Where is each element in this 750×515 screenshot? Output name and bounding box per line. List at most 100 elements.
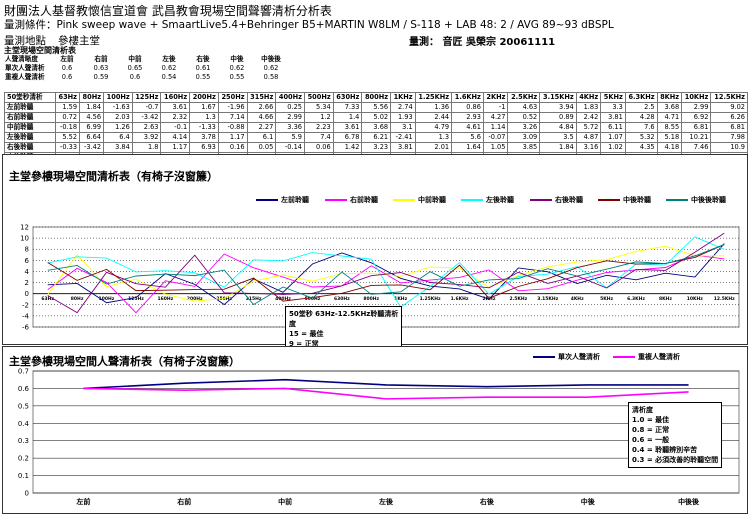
table-cell: 6.64 (79, 132, 105, 143)
table-cell: 3.1 (390, 122, 416, 133)
table-cell: 0.89 (539, 112, 577, 123)
table-cell: 4.14 (160, 132, 191, 143)
table-cell: 9.02 (710, 102, 748, 113)
table-row: 重複人聲清析 0.6 0.59 0.6 0.54 0.55 0.55 0.58 (4, 73, 288, 82)
table-cell: 3.36 (275, 122, 305, 133)
table-cell: -0.1 (160, 122, 191, 133)
table-cell: 1.84 (539, 142, 577, 153)
x-tick-label: 右前 (176, 497, 191, 506)
table-header-cell: 3.15KHz (539, 92, 577, 103)
speech-clarity-table: 人聲清晰度 左前 右前 中前 左後 右後 中後 中後後 單次人聲清析 0.6 0.63 0.65 0.6… (4, 55, 288, 82)
table-header-cell: 4KHz (575, 92, 602, 103)
y-tick-label: 0.1 (18, 472, 29, 480)
x-tick-label: 中後 (581, 497, 596, 506)
table-cell: 0.86 (451, 102, 484, 113)
condition-value: Pink sweep wave + SmaartLive5.4+Behringe… (56, 19, 614, 31)
table-cell: 重複人聲清析 (5, 73, 45, 81)
table-header-cell: 1.6KHz (451, 92, 484, 103)
table-row: 中前聆聽 -0.18 6.99 1.26 2.63 -0.1 -1.33 -0.88 2.27 3… (4, 122, 748, 133)
table-cell: 2.01 (414, 142, 453, 153)
legend-item: 左後聆聽 (461, 195, 514, 205)
table-cell: 1.05 (482, 142, 509, 153)
info-box-line: 15 = 最佳 (289, 330, 324, 338)
table-cell: 0.59 (93, 73, 109, 81)
legend-swatch (533, 356, 555, 358)
legend-item: 單次人聲清析 (533, 352, 600, 362)
x-tick-label: 中前 (278, 497, 292, 506)
table-cell: 5.02 (361, 112, 392, 123)
table-header-row: 人聲清晰度 左前 右前 中前 左後 右後 中後 中後後 (4, 55, 288, 64)
x-tick-label: 80Hz (71, 296, 84, 302)
table-cell: 4.61 (451, 122, 484, 133)
x-tick-label: 63Hz (41, 296, 54, 302)
y-tick-label: 12 (20, 224, 29, 232)
table-cell: 0.58 (263, 73, 279, 81)
table-cell: 1.3 (414, 132, 453, 143)
y-tick-label: 0.4 (18, 420, 30, 428)
table-cell: 2.32 (160, 112, 191, 123)
table-cell: 3.81 (390, 142, 416, 153)
legend-label: 左後聆聽 (486, 196, 514, 204)
table-cell: 6.92 (681, 112, 712, 123)
table-cell: 0.72 (54, 112, 81, 123)
table-row: 左後聆聽 5.52 6.64 6.4 3.92 4.14 3.78 1.17 6.1 5.9 7.4… (4, 132, 748, 143)
table-cell: 6.81 (710, 122, 748, 133)
legend-swatch (325, 199, 347, 201)
table-cell: 0.52 (507, 112, 541, 123)
table-cell: 3.26 (507, 122, 541, 133)
table-cell: 0.55 (195, 73, 211, 81)
table-cell: 右後聆聽 (4, 142, 56, 153)
table-cell: 2.27 (246, 122, 277, 133)
table-header-cell: 315Hz (246, 92, 277, 103)
table-header-cell: 中後後 (261, 55, 281, 63)
legend-item: 中後聆聽 (598, 195, 651, 205)
legend-label: 右前聆聽 (350, 196, 378, 204)
table-cell: 1.2 (303, 112, 334, 123)
x-tick-label: 10KHz (687, 296, 704, 302)
table-header-cell: 中前 (128, 55, 142, 63)
table-header-cell: 160Hz (160, 92, 191, 103)
y-tick-label: 0.6 (18, 385, 30, 393)
table-cell: 2.42 (575, 112, 602, 123)
table-header-cell: 200Hz (189, 92, 219, 103)
y-tick-label: 0.2 (18, 455, 29, 463)
table-cell: 0.06 (303, 142, 334, 153)
table-header-cell: 2KHz (482, 92, 509, 103)
table-cell: 3.81 (600, 112, 626, 123)
table-cell: 2.93 (451, 112, 484, 123)
table-cell: 2.63 (131, 122, 162, 133)
table-cell: 1.59 (54, 102, 81, 113)
y-tick-label: 6 (25, 257, 30, 265)
table-header-cell: 500Hz (303, 92, 334, 103)
table-header-cell: 2.5KHz (507, 92, 541, 103)
legend-swatch (393, 199, 415, 201)
table-cell: -1.63 (103, 102, 133, 113)
table-header-cell: 8KHz (656, 92, 683, 103)
table-cell: 1.07 (600, 132, 626, 143)
table-cell: 6.1 (246, 132, 277, 143)
table-cell: 7.14 (217, 112, 248, 123)
x-tick-label: 3.15KHz (537, 296, 558, 302)
legend-swatch (666, 199, 688, 201)
measurer-info: 量測： 音匠 吳榮宗 20061111 (409, 33, 555, 48)
x-tick-label: 中後後 (678, 497, 700, 506)
table-cell: 4.79 (414, 122, 453, 133)
x-tick-label: 12.5KHz (714, 296, 735, 302)
x-tick-label: 2.5KHz (509, 296, 527, 302)
speech-chart-info-box: 清析度 1.0 = 最佳 0.8 = 正常 0.6 = 一般 0.4 = 聆聽辨別辛苦 0… (628, 402, 723, 468)
table-header-cell: 12.5KHz (710, 92, 748, 103)
legend-label: 中後聆聽 (623, 196, 651, 204)
table-cell: 1.8 (131, 142, 162, 153)
table-header-cell: 10KHz (681, 92, 712, 103)
table-cell: 1.17 (160, 142, 191, 153)
table-cell: 6.78 (332, 132, 363, 143)
table-cell: 0.6 (61, 73, 73, 81)
y-tick-label: -4 (22, 312, 30, 320)
table-cell: 10.21 (681, 132, 712, 143)
table-cell: 6.99 (79, 122, 105, 133)
table-cell: 4.63 (507, 102, 541, 113)
table-cell: -0.33 (54, 142, 81, 153)
x-tick-label: 4KHz (571, 296, 584, 302)
table-cell: 1.17 (217, 132, 248, 143)
table-cell: 7.4 (303, 132, 334, 143)
